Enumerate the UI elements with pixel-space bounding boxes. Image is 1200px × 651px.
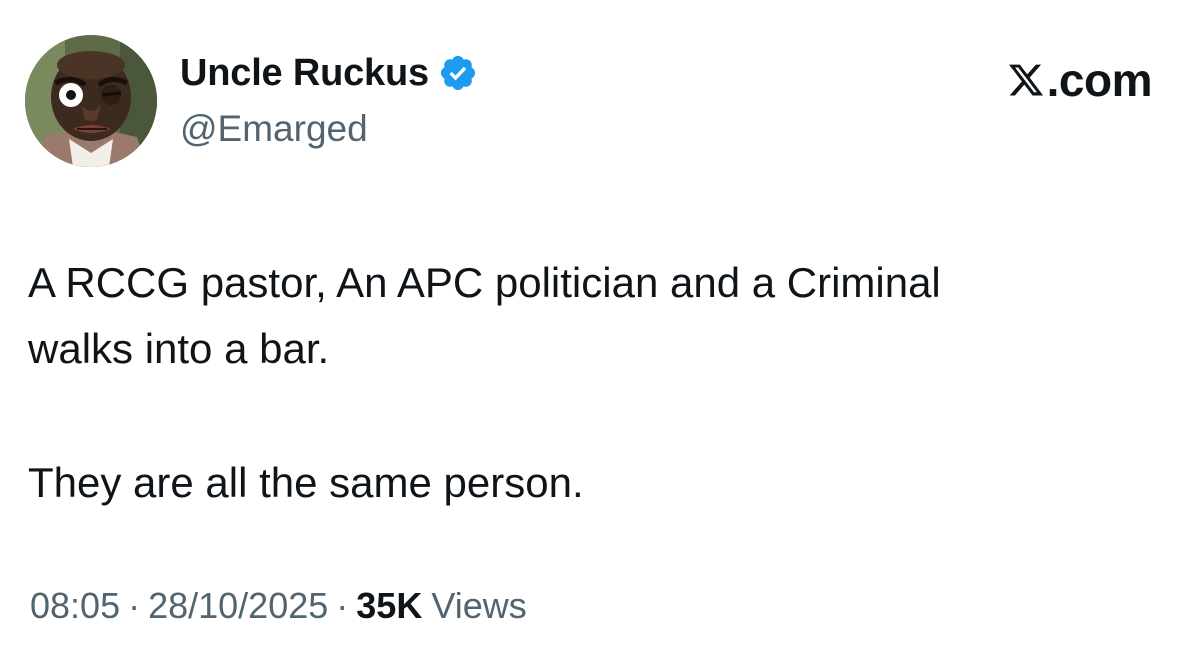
brand-domain-text: .com (1046, 54, 1153, 106)
tweet-card: Uncle Ruckus @Emarged .com A RCCG pastor… (0, 0, 1200, 651)
meta-separator: · (336, 585, 349, 626)
cartoon-man-avatar (25, 35, 157, 167)
verified-badge-icon[interactable] (438, 53, 478, 93)
tweet-text: A RCCG pastor, An APC politician and a C… (28, 250, 1158, 516)
views-label: Views (431, 585, 527, 626)
brand-watermark: .com (1007, 54, 1153, 106)
tweet-time[interactable]: 08:05 (30, 585, 120, 627)
meta-separator: · (128, 585, 141, 626)
author-handle[interactable]: @Emarged (180, 108, 368, 150)
author-display-name[interactable]: Uncle Ruckus (180, 52, 429, 95)
x-logo-icon (1007, 60, 1045, 100)
author-name-row: Uncle Ruckus (180, 48, 478, 98)
tweet-date[interactable]: 28/10/2025 (148, 585, 328, 627)
tweet-meta: 08:05 · 28/10/2025 · 35K Views (30, 585, 527, 627)
author-avatar[interactable] (25, 35, 157, 167)
tweet-paragraph: They are all the same person. (28, 459, 584, 506)
tweet-paragraph: A RCCG pastor, An APC politician and a C… (28, 259, 941, 372)
views-count[interactable]: 35K (356, 585, 422, 627)
